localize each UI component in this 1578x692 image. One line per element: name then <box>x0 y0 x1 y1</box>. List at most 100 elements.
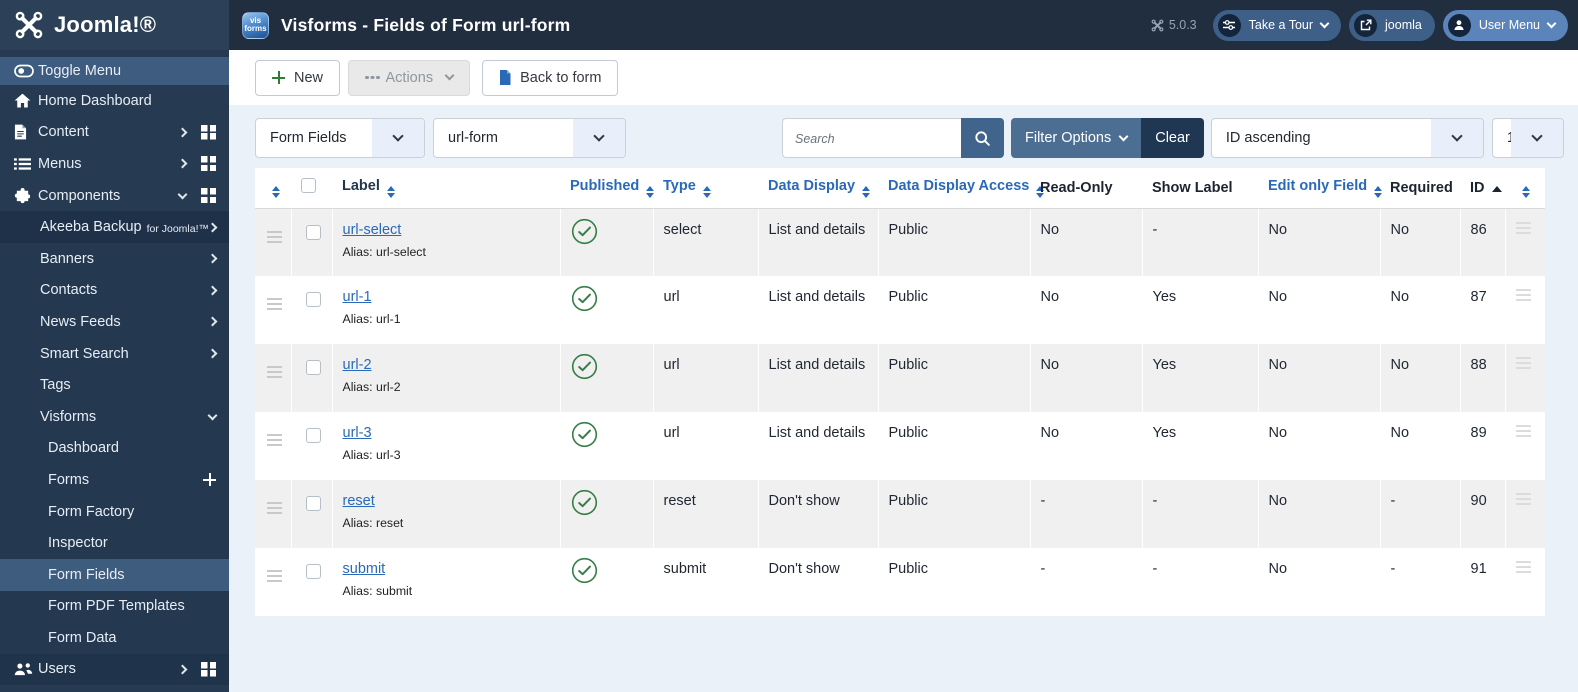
field-label-link[interactable]: url-1 <box>343 289 372 305</box>
sidebar-item-form-data[interactable]: Form Data <box>0 622 229 654</box>
row-menu-handle-icon[interactable] <box>1515 289 1531 301</box>
grid-icon[interactable] <box>201 156 216 172</box>
published-check-icon[interactable] <box>571 489 598 516</box>
row-checkbox[interactable] <box>306 496 321 511</box>
sidebar-item-tags[interactable]: Tags <box>0 369 229 401</box>
column-header-label[interactable]: Label <box>332 168 560 209</box>
page-title: Visforms - Fields of Form url-form <box>281 14 571 35</box>
chevron-down-icon <box>1546 18 1557 28</box>
row-checkbox[interactable] <box>306 292 321 307</box>
drag-handle-icon[interactable] <box>267 230 283 243</box>
search-input[interactable] <box>782 118 961 158</box>
column-header-data-display-access[interactable]: Data Display Access <box>878 168 1030 209</box>
cell-data-display: List and details <box>757 344 878 412</box>
column-header-show-label: Show Label <box>1142 168 1258 209</box>
column-header-ordering[interactable] <box>255 168 291 209</box>
user-menu-button[interactable]: User Menu <box>1442 9 1568 41</box>
drag-handle-icon[interactable] <box>267 298 283 310</box>
row-menu-handle-icon[interactable] <box>1515 493 1531 505</box>
sidebar-item-home-dashboard[interactable]: Home Dashboard <box>0 85 229 117</box>
sidebar-item-menus[interactable]: Menus <box>0 148 229 180</box>
sidebar-item-label: Akeeba Backup <box>40 219 142 236</box>
published-check-icon[interactable] <box>571 353 598 380</box>
new-button[interactable]: New <box>255 59 341 96</box>
column-header-type[interactable]: Type <box>653 168 758 209</box>
sidebar-item-visforms[interactable]: Visforms <box>0 400 229 433</box>
sidebar-item-form-pdf-templates[interactable]: Form PDF Templates <box>0 590 229 623</box>
grid-icon[interactable] <box>201 188 216 204</box>
row-menu-handle-icon[interactable] <box>1515 221 1531 234</box>
sidebar-item-banners[interactable]: Banners <box>0 242 229 275</box>
column-header-actions[interactable] <box>1505 168 1545 209</box>
published-check-icon[interactable] <box>571 218 598 245</box>
row-checkbox[interactable] <box>306 428 321 443</box>
filter-options-button[interactable]: Filter Options <box>1011 118 1142 158</box>
drag-handle-icon[interactable] <box>267 434 283 446</box>
version-number: 5.0.3 <box>1168 18 1197 32</box>
chevron-right-icon <box>207 348 218 359</box>
published-check-icon[interactable] <box>571 421 598 448</box>
field-label-link[interactable]: url-3 <box>343 425 372 441</box>
select-all-checkbox[interactable] <box>301 178 316 194</box>
field-label-link[interactable]: reset <box>343 493 375 509</box>
row-menu-handle-icon[interactable] <box>1515 357 1531 369</box>
cell-data-display-access: Public <box>877 412 1030 480</box>
joomla-logo[interactable]: Joomla!® <box>0 0 229 50</box>
sidebar-item-dashboard[interactable]: Dashboard <box>0 432 229 465</box>
cell-read-only: No <box>1029 412 1142 480</box>
grid-icon[interactable] <box>201 661 216 677</box>
cell-data-display-access: Public <box>877 276 1030 344</box>
row-checkbox[interactable] <box>306 360 321 375</box>
field-label-link[interactable]: url-2 <box>343 357 372 373</box>
column-header-id[interactable]: ID <box>1460 168 1505 209</box>
sidebar-item-content[interactable]: Content <box>0 117 229 149</box>
sidebar-item-news-feeds[interactable]: News Feeds <box>0 306 229 338</box>
grid-icon[interactable] <box>201 124 216 140</box>
row-menu-handle-icon[interactable] <box>1515 425 1531 437</box>
sort-order-select[interactable]: ID ascending <box>1210 118 1484 158</box>
cell-data-display-access: Public <box>877 480 1030 548</box>
site-preview-button[interactable]: joomla <box>1349 9 1435 41</box>
column-header-edit-only-field[interactable]: Edit only Field <box>1258 168 1380 209</box>
column-header-data-display[interactable]: Data Display <box>758 168 878 209</box>
field-label-link[interactable]: url-select <box>343 222 402 238</box>
sidebar-item-components[interactable]: Components <box>0 180 229 212</box>
plus-icon[interactable] <box>203 473 216 487</box>
chevron-down-icon <box>1118 131 1129 141</box>
sidebar-item-users[interactable]: Users <box>0 653 229 686</box>
row-menu-handle-icon[interactable] <box>1515 561 1531 573</box>
drag-handle-icon[interactable] <box>267 570 283 582</box>
fields-type-select[interactable]: Form Fields <box>255 118 425 158</box>
column-header-published[interactable]: Published <box>560 168 653 209</box>
sidebar-item-toggle-menu[interactable]: Toggle Menu <box>0 57 229 85</box>
cell-show-label: Yes <box>1141 412 1258 480</box>
list-limit-select[interactable]: 100 <box>1491 118 1564 158</box>
sidebar-item-smart-search[interactable]: Smart Search <box>0 337 229 370</box>
row-checkbox[interactable] <box>306 224 321 240</box>
cell-published <box>559 480 653 548</box>
form-select[interactable]: url-form <box>433 118 626 158</box>
chevron-down-icon <box>444 70 455 81</box>
row-checkbox[interactable] <box>306 564 321 579</box>
published-check-icon[interactable] <box>571 285 598 312</box>
sidebar-item-forms[interactable]: Forms <box>0 464 229 496</box>
sidebar-item-form-factory[interactable]: Form Factory <box>0 495 229 528</box>
chevron-down-icon <box>1531 130 1543 142</box>
cell-checkbox <box>290 412 332 480</box>
published-check-icon[interactable] <box>571 557 598 584</box>
search-button[interactable] <box>961 118 1004 158</box>
drag-handle-icon[interactable] <box>267 366 283 378</box>
sidebar-item-akeeba-backup[interactable]: Akeeba Backup for Joomla!™ <box>0 211 229 243</box>
cell-label: url-1 Alias: url-1 <box>331 276 560 344</box>
sidebar-item-contacts[interactable]: Contacts <box>0 274 229 307</box>
field-label-link[interactable]: submit <box>343 561 386 577</box>
cell-actions <box>1504 208 1545 276</box>
sidebar-item-form-fields[interactable]: Form Fields <box>0 558 229 591</box>
actions-button[interactable]: Actions <box>348 59 471 96</box>
drag-handle-icon[interactable] <box>267 502 283 514</box>
back-to-form-button[interactable]: Back to form <box>482 59 619 96</box>
sidebar-item-inspector[interactable]: Inspector <box>0 527 229 559</box>
clear-button[interactable]: Clear <box>1141 118 1204 158</box>
take-a-tour-label: Take a Tour <box>1248 18 1314 32</box>
take-a-tour-button[interactable]: Take a Tour <box>1212 9 1342 41</box>
